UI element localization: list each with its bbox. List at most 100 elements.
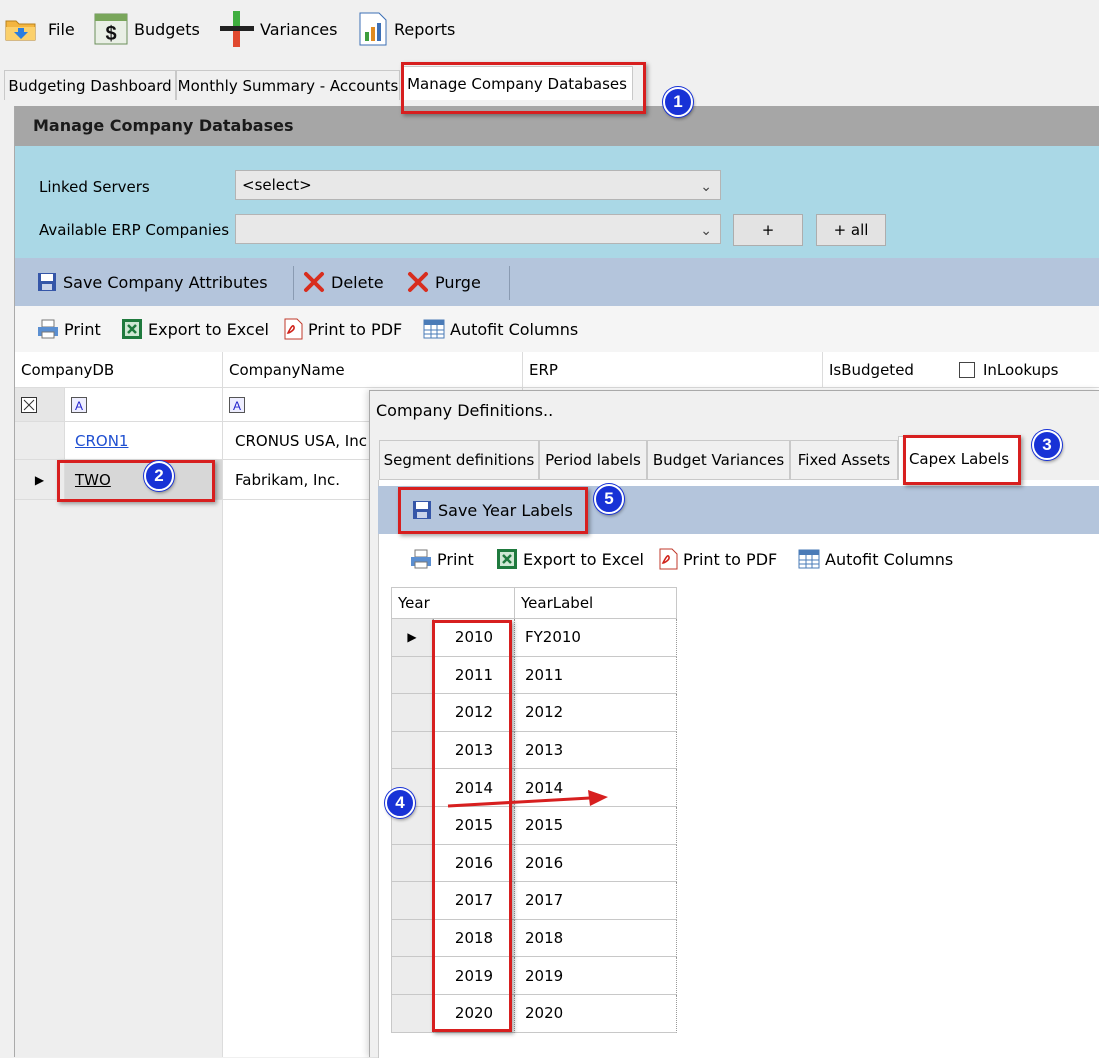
export-toolbar: Print Export to Excel Print to PDF Autof… xyxy=(15,306,1099,352)
tab-budget-variances[interactable]: Budget Variances xyxy=(647,440,790,480)
row-header[interactable] xyxy=(391,995,433,1033)
svg-text:A: A xyxy=(233,399,241,413)
grid-empty-area xyxy=(15,500,223,1057)
export-excel-button[interactable]: Export to Excel xyxy=(496,536,644,582)
erp-companies-label: Available ERP Companies xyxy=(39,221,230,239)
row-header[interactable] xyxy=(15,422,65,460)
row-header[interactable] xyxy=(391,656,433,695)
cell-yearlabel[interactable]: 2012 xyxy=(515,694,677,732)
row-header[interactable] xyxy=(391,882,433,920)
column-header-companyname[interactable]: CompanyName xyxy=(223,352,523,388)
cell-yearlabel[interactable]: 2019 xyxy=(515,957,677,995)
excel-label: Export to Excel xyxy=(148,319,269,339)
chevron-down-icon: ⌄ xyxy=(700,223,712,239)
autofit-label: Autofit Columns xyxy=(450,319,579,339)
cell-yearlabel[interactable]: 2016 xyxy=(515,844,677,883)
checkbox[interactable] xyxy=(959,361,975,378)
menu-reports[interactable]: Reports xyxy=(358,12,455,46)
filter-row-header[interactable] xyxy=(15,388,65,422)
row-pointer-icon: ▶ xyxy=(407,630,417,645)
print-label: Print xyxy=(64,319,101,339)
chevron-down-icon: ⌄ xyxy=(700,179,712,195)
column-header-inlookups[interactable]: InLookups xyxy=(953,352,1099,388)
cell-yearlabel[interactable]: FY2010 xyxy=(515,619,677,657)
svg-text:A: A xyxy=(75,399,83,413)
excel-icon xyxy=(122,319,142,339)
highlight-manage-tab xyxy=(401,62,646,114)
linked-servers-label: Linked Servers xyxy=(39,178,150,196)
column-header-companydb[interactable]: CompanyDB xyxy=(15,352,223,388)
row-pointer-icon: ▶ xyxy=(34,472,45,487)
add-all-button[interactable]: + all xyxy=(816,214,886,246)
dialog-title: Company Definitions.. xyxy=(376,401,554,420)
text-filter-icon: A xyxy=(229,396,245,413)
tab-segment-definitions[interactable]: Segment definitions xyxy=(379,440,539,480)
linked-servers-select[interactable]: <select> ⌄ xyxy=(235,170,721,200)
menu-label: File xyxy=(48,19,75,39)
column-header-yearlabel[interactable]: YearLabel xyxy=(515,587,677,619)
filter-area: Linked Servers <select> ⌄ Available ERP … xyxy=(15,146,1099,258)
inlookups-label: InLookups xyxy=(983,360,1059,379)
export-excel-button[interactable]: Export to Excel xyxy=(121,306,269,352)
report-icon xyxy=(359,12,387,46)
autofit-columns-button[interactable]: Autofit Columns xyxy=(798,536,953,582)
row-header[interactable] xyxy=(391,957,433,995)
delete-button[interactable]: Delete xyxy=(303,258,384,306)
menu-label: Variances xyxy=(260,19,338,39)
cell-yearlabel[interactable]: 2017 xyxy=(515,882,677,920)
column-header-year[interactable]: Year xyxy=(391,587,515,619)
save-label: Save Company Attributes xyxy=(63,272,268,292)
delete-x-icon xyxy=(304,272,324,292)
row-header[interactable] xyxy=(391,694,433,732)
cell-yearlabel[interactable]: 2020 xyxy=(515,995,677,1033)
filter-clear-icon xyxy=(21,396,37,413)
grid-icon xyxy=(798,549,820,569)
variance-icon xyxy=(220,11,254,47)
cell-yearlabel[interactable]: 2011 xyxy=(515,656,677,695)
highlight-capex-tab xyxy=(903,435,1021,485)
print-pdf-button[interactable]: Print to PDF xyxy=(283,306,402,352)
print-pdf-button[interactable]: Print to PDF xyxy=(658,536,777,582)
dollar-icon: $ xyxy=(94,13,128,45)
purge-button[interactable]: Purge xyxy=(407,258,481,306)
purge-label: Purge xyxy=(435,272,481,292)
toolbar-divider xyxy=(509,266,510,300)
cell-yearlabel[interactable]: 2018 xyxy=(515,919,677,958)
year-export-toolbar: Print Export to Excel Print to PDF Autof… xyxy=(378,536,1099,582)
folder-icon xyxy=(5,20,36,41)
pdf-icon xyxy=(284,318,303,340)
tab-budgeting-dashboard[interactable]: Budgeting Dashboard xyxy=(4,70,176,100)
highlight-year-column xyxy=(432,620,512,1032)
menu-budgets[interactable]: $ Budgets xyxy=(94,12,200,46)
tab-monthly-summary[interactable]: Monthly Summary - Accounts xyxy=(176,70,400,100)
printer-icon xyxy=(411,549,431,569)
row-header[interactable] xyxy=(391,844,433,883)
row-header[interactable] xyxy=(391,919,433,958)
column-header-erp[interactable]: ERP xyxy=(523,352,823,388)
autofit-label: Autofit Columns xyxy=(825,549,954,569)
cell-companydb-link[interactable]: CRON1 xyxy=(65,422,223,460)
add-company-button[interactable]: + xyxy=(733,214,803,246)
save-company-attributes-button[interactable]: Save Company Attributes xyxy=(37,258,268,306)
svg-text:$: $ xyxy=(105,23,116,45)
menu-label: Budgets xyxy=(134,19,200,39)
delete-label: Delete xyxy=(331,272,384,292)
print-button[interactable]: Print xyxy=(37,306,101,352)
menu-file[interactable]: File xyxy=(4,12,75,46)
step-badge-1: 1 xyxy=(663,87,693,117)
autofit-columns-button[interactable]: Autofit Columns xyxy=(423,306,578,352)
row-header[interactable]: ▶ xyxy=(391,619,433,657)
menu-label: Reports xyxy=(394,19,456,39)
row-header[interactable] xyxy=(391,731,433,770)
print-button[interactable]: Print xyxy=(410,536,474,582)
cell-yearlabel[interactable]: 2013 xyxy=(515,731,677,770)
menu-variances[interactable]: Variances xyxy=(220,11,338,47)
pdf-icon xyxy=(659,548,678,570)
tab-fixed-assets[interactable]: Fixed Assets xyxy=(790,440,898,480)
grid-icon xyxy=(423,319,445,339)
menu-bar: File $ Budgets Variances Reports xyxy=(0,0,1099,62)
excel-label: Export to Excel xyxy=(523,549,644,569)
erp-companies-select[interactable]: ⌄ xyxy=(235,214,721,244)
tab-period-labels[interactable]: Period labels xyxy=(539,440,647,480)
filter-cell-companydb[interactable]: A xyxy=(65,388,223,422)
